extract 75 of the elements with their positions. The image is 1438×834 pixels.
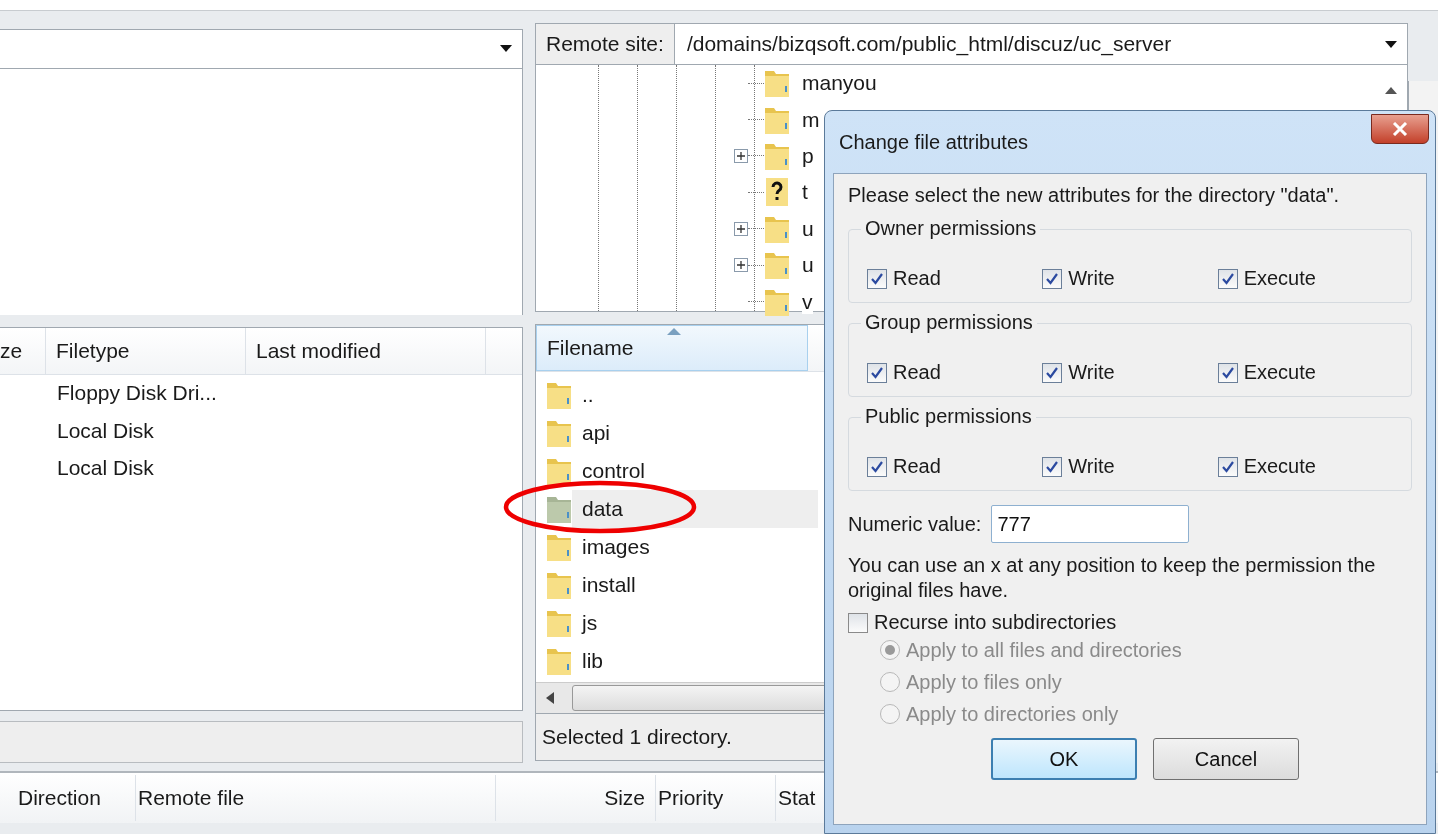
expand-icon[interactable] <box>734 258 748 273</box>
folder-icon <box>546 608 572 638</box>
radio-label: Apply to files only <box>906 670 1062 694</box>
group-title: Public permissions <box>861 405 1036 428</box>
column-header[interactable]: Last modified <box>246 327 486 374</box>
column-header[interactable]: Direction <box>16 775 136 821</box>
checkbox-label: Execute <box>1243 267 1316 290</box>
caret-icon <box>500 45 512 53</box>
checkbox[interactable] <box>867 362 887 383</box>
close-button[interactable] <box>1371 114 1429 144</box>
dialog-message: Please select the new attributes for the directory "data". <box>848 184 1341 207</box>
numeric-value-label: Numeric value: <box>848 512 982 536</box>
folder-icon <box>764 68 790 99</box>
checkbox-label: Recurse into subdirectories <box>874 611 1117 634</box>
file-row[interactable]: js <box>536 604 818 642</box>
column-header[interactable]: Remote file <box>136 775 496 821</box>
file-row[interactable]: .. <box>536 376 818 414</box>
file-row[interactable]: images <box>536 528 818 566</box>
checkbox-label: Read <box>893 455 941 478</box>
folder-icon <box>546 456 572 486</box>
remote-path-dropdown[interactable]: /domains/bizqsoft.com/public_html/discuz/uc_server <box>674 24 1407 64</box>
folder-icon <box>546 646 572 676</box>
status-text: Selected 1 directory. <box>542 725 732 749</box>
filetype-cell: Floppy Disk Dri... <box>57 381 217 406</box>
checkbox-label: Execute <box>1243 361 1316 384</box>
folder-icon <box>546 570 572 600</box>
column-header[interactable]: Priority <box>656 775 776 821</box>
dialog-title: Change file attributes <box>839 130 1028 154</box>
group-title: Owner permissions <box>861 217 1041 240</box>
folder-icon <box>546 418 572 448</box>
file-row[interactable]: lib <box>536 642 818 680</box>
scroll-up-icon[interactable] <box>1385 87 1397 94</box>
folder-icon <box>764 250 790 281</box>
group-title: Group permissions <box>861 311 1037 334</box>
cancel-button[interactable]: Cancel <box>1153 738 1299 780</box>
checkbox[interactable] <box>867 268 887 289</box>
radio-label: Apply to all files and directories <box>906 638 1182 662</box>
radio-label: Apply to directories only <box>906 702 1119 726</box>
expand-icon[interactable] <box>734 221 748 236</box>
folder-icon <box>546 532 572 562</box>
file-row[interactable]: install <box>536 566 818 604</box>
scroll-left-icon[interactable] <box>546 692 554 704</box>
file-row[interactable]: api <box>536 414 818 452</box>
hint-text: You can use an x at any position to keep the permission the original files have. <box>848 553 1377 603</box>
file-row[interactable]: control <box>536 452 818 490</box>
close-icon <box>1391 122 1409 136</box>
checkbox[interactable] <box>1042 456 1063 477</box>
checkbox-label: Write <box>1068 455 1115 478</box>
numeric-value-field[interactable]: 777 <box>991 505 1190 543</box>
expand-icon[interactable] <box>734 148 748 163</box>
checkbox[interactable] <box>848 612 868 633</box>
folder-icon <box>546 380 572 410</box>
unknown-file-icon <box>764 177 790 208</box>
folder-icon <box>546 494 572 524</box>
checkbox-label: Read <box>893 361 941 384</box>
checkbox[interactable] <box>1042 362 1063 383</box>
checkbox-label: Write <box>1068 267 1115 290</box>
column-header[interactable]: Filetype <box>46 327 246 374</box>
column-header[interactable]: Size <box>496 775 656 821</box>
column-header[interactable]: Filename <box>536 325 808 371</box>
checkbox[interactable] <box>1217 456 1238 477</box>
checkbox-label: Execute <box>1243 455 1316 478</box>
sort-arrow-icon <box>667 328 681 335</box>
caret-icon <box>1385 40 1397 48</box>
ok-button[interactable]: OK <box>991 738 1137 780</box>
checkbox-label: Read <box>893 267 941 290</box>
column-header[interactable]: ze <box>0 327 46 374</box>
checkbox[interactable] <box>867 456 887 477</box>
remote-site-label: Remote site: <box>536 24 675 64</box>
checkbox[interactable] <box>1217 362 1238 383</box>
checkbox-label: Write <box>1068 361 1115 384</box>
filetype-cell: Local Disk <box>57 418 154 443</box>
checkbox[interactable] <box>1042 268 1063 289</box>
filetype-cell: Local Disk <box>57 456 154 481</box>
checkbox[interactable] <box>1217 268 1238 289</box>
